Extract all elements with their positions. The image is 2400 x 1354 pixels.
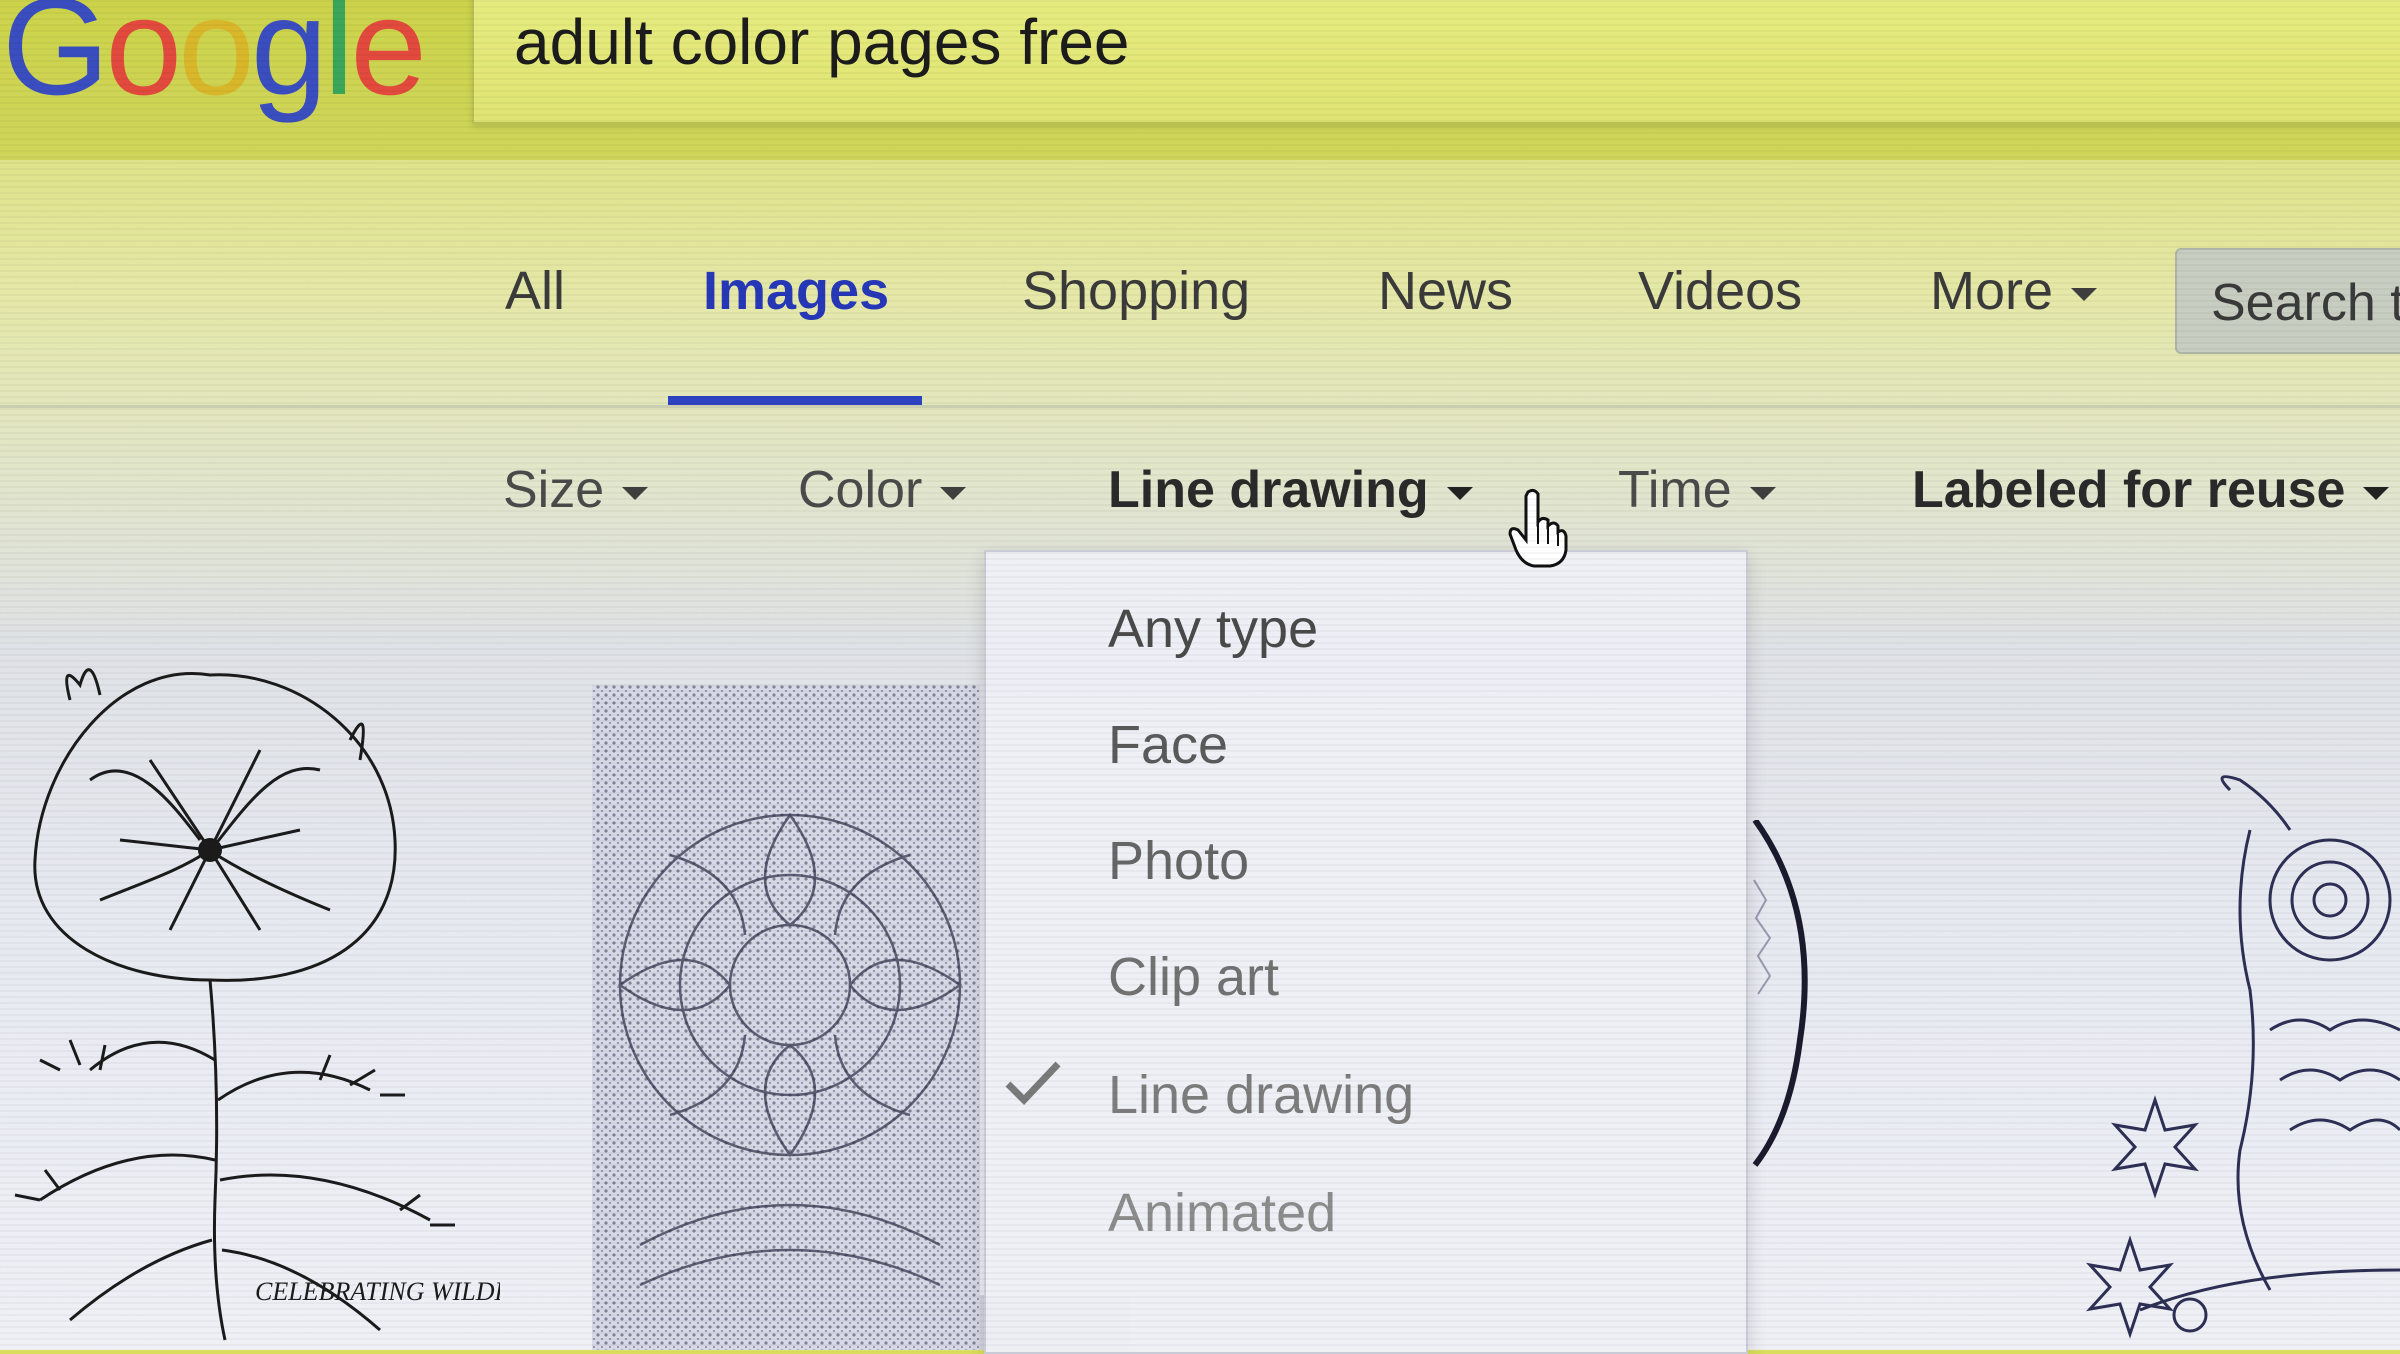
active-tab-indicator [668,396,922,405]
search-tools-button[interactable]: Search t [2175,248,2400,354]
tab-videos[interactable]: Videos [1638,260,1802,322]
google-logo[interactable]: Google [2,0,427,116]
type-filter-label: Line drawing [1108,461,1429,519]
chevron-down-icon [2071,288,2098,302]
logo-letter: l [323,0,355,124]
checkmark-icon [1005,1061,1061,1106]
tab-shopping[interactable]: Shopping [1022,260,1250,322]
logo-letter: G [2,0,109,124]
size-filter[interactable]: Size [503,460,649,520]
usage-rights-filter-label: Labeled for reuse [1912,461,2346,519]
chevron-down-icon [940,486,967,500]
chevron-down-icon [1446,486,1473,500]
menu-item-clip-art[interactable]: Clip art [1108,946,1279,1008]
menu-item-any-type[interactable]: Any type [1108,598,1318,660]
tab-images[interactable]: Images [703,260,889,322]
logo-letter: g [250,0,328,124]
tab-more-label: More [1930,261,2054,321]
menu-item-face[interactable]: Face [1108,714,1228,776]
search-tabs: All Images Shopping News Videos More Sea… [0,230,2400,410]
result-thumbnail-poppy[interactable]: CELEBRATING WILDFLOWERS [0,640,500,1350]
hand-pointer-icon [1508,488,1568,568]
menu-item-animated[interactable]: Animated [1108,1182,1336,1244]
chevron-down-icon [622,486,649,500]
result-thumbnail-circle[interactable] [1740,820,1880,1170]
poppy-caption: CELEBRATING WILDFLOWERS [255,1277,500,1306]
usage-rights-filter[interactable]: Labeled for reuse [1912,460,2390,520]
color-filter-label: Color [798,461,923,519]
type-dropdown-menu: Any type Face Photo Clip art Line drawin… [984,550,1748,1354]
menu-item-photo[interactable]: Photo [1108,830,1249,892]
search-input[interactable] [512,6,2316,78]
tab-news[interactable]: News [1378,260,1513,322]
type-filter[interactable]: Line drawing [1108,460,1473,520]
tab-more[interactable]: More [1930,260,2098,322]
logo-letter: e [350,0,427,124]
search-header: Google [0,0,2400,160]
time-filter-label: Time [1618,461,1732,519]
menu-item-line-drawing[interactable]: Line drawing [1108,1064,1414,1126]
divider [0,405,2400,408]
result-thumbnail-owl[interactable] [2040,770,2400,1350]
image-filters-bar: Size Color Line drawing Time Labeled for… [0,460,2400,560]
search-box[interactable] [472,0,2400,124]
time-filter[interactable]: Time [1618,460,1776,520]
chevron-down-icon [1749,486,1776,500]
result-thumbnail-mandala[interactable] [580,685,980,1350]
color-filter[interactable]: Color [798,460,967,520]
chevron-down-icon [2363,486,2390,500]
logo-letter: o [105,0,182,124]
logo-letter: o [178,0,255,124]
size-filter-label: Size [503,461,605,519]
tab-all[interactable]: All [505,260,565,322]
